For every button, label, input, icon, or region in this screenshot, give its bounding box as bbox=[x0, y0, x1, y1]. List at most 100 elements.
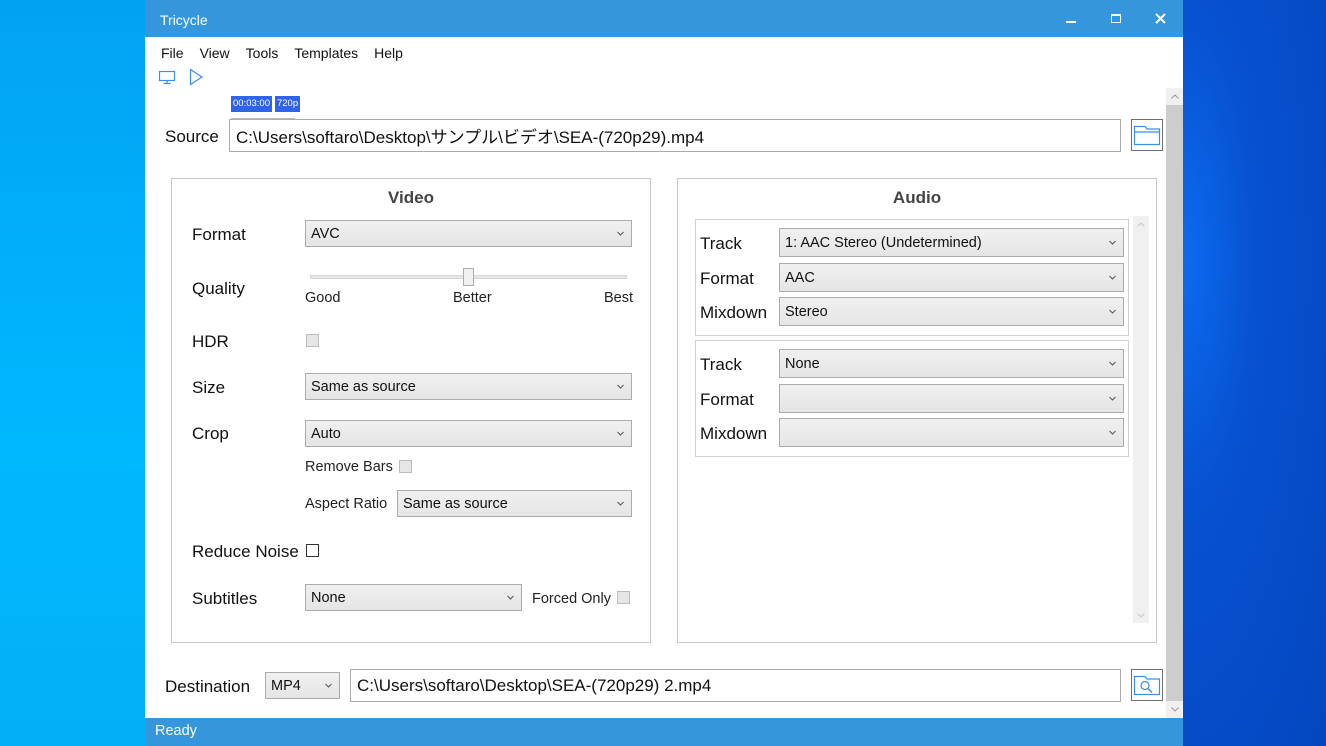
hdr-checkbox[interactable] bbox=[306, 334, 319, 347]
audio-mixdown-label: Mixdown bbox=[700, 303, 768, 322]
source-browse-button[interactable] bbox=[1131, 119, 1163, 151]
remove-bars-checkbox[interactable] bbox=[399, 460, 412, 473]
close-button[interactable] bbox=[1138, 0, 1183, 37]
video-format-label: Format bbox=[192, 225, 246, 244]
start-encode-button[interactable] bbox=[187, 68, 207, 88]
video-group-title: Video bbox=[388, 188, 434, 207]
container-value: MP4 bbox=[271, 677, 301, 694]
app-window: Tricycle File View Tools Templates Help … bbox=[145, 0, 1183, 746]
menu-tools[interactable]: Tools bbox=[238, 42, 287, 64]
audio-format-select[interactable]: AAC bbox=[779, 263, 1124, 292]
menu-view[interactable]: View bbox=[192, 42, 238, 64]
hdr-label: HDR bbox=[192, 332, 229, 351]
minimize-icon bbox=[1065, 20, 1076, 23]
preview-button[interactable] bbox=[158, 68, 178, 88]
maximize-icon bbox=[1110, 13, 1121, 23]
window-title: Tricycle bbox=[160, 12, 208, 28]
chevron-down-icon bbox=[507, 595, 514, 600]
size-label: Size bbox=[192, 378, 226, 397]
audio-track-label: Track bbox=[700, 234, 742, 253]
size-value: Same as source bbox=[311, 378, 416, 395]
chevron-down-icon bbox=[1137, 613, 1145, 618]
menu-file[interactable]: File bbox=[153, 42, 192, 64]
audio-mixdown-select[interactable] bbox=[779, 418, 1124, 447]
monitor-icon bbox=[158, 70, 176, 85]
audio-format-label: Format bbox=[700, 269, 754, 288]
audio-mixdown-select[interactable]: Stereo bbox=[779, 297, 1124, 326]
status-bar: Ready bbox=[145, 718, 1183, 746]
source-path-text: C:\Users\softaro\Desktop\サンプル\ビデオ\SEA-(7… bbox=[236, 128, 705, 147]
resolution-badge: 720p bbox=[274, 96, 301, 112]
reduce-noise-checkbox[interactable] bbox=[306, 544, 319, 557]
destination-label: Destination bbox=[165, 677, 251, 696]
remove-bars-label: Remove Bars bbox=[305, 459, 393, 475]
source-info-badges: 00:03:00 720p bbox=[231, 96, 301, 112]
subtitles-label: Subtitles bbox=[192, 589, 258, 608]
aspect-ratio-value: Same as source bbox=[403, 495, 508, 512]
quality-tick-better: Better bbox=[453, 290, 492, 306]
audio-track-select[interactable]: None bbox=[779, 349, 1124, 378]
chevron-down-icon bbox=[1109, 275, 1116, 280]
quality-slider-thumb[interactable] bbox=[463, 268, 474, 286]
chevron-down-icon bbox=[617, 501, 624, 506]
close-icon bbox=[1155, 13, 1166, 24]
chevron-up-icon bbox=[1137, 222, 1145, 227]
source-path-input[interactable]: C:\Users\softaro\Desktop\サンプル\ビデオ\SEA-(7… bbox=[229, 119, 1121, 152]
audio-track-select[interactable]: 1: AAC Stereo (Undetermined) bbox=[779, 228, 1124, 257]
chevron-down-icon bbox=[1109, 309, 1116, 314]
source-label: Source bbox=[165, 127, 219, 146]
aspect-ratio-label: Aspect Ratio bbox=[305, 496, 388, 512]
quality-tick-good: Good bbox=[305, 290, 341, 306]
destination-path-input[interactable]: C:\Users\softaro\Desktop\SEA-(720p29) 2.… bbox=[350, 669, 1121, 702]
folder-search-icon bbox=[1133, 675, 1161, 696]
chevron-up-icon bbox=[1170, 94, 1179, 99]
play-icon bbox=[189, 68, 204, 86]
status-text: Ready bbox=[155, 723, 197, 739]
maximize-button[interactable] bbox=[1093, 0, 1138, 37]
quality-tick-best: Best bbox=[604, 290, 634, 306]
title-bar: Tricycle bbox=[145, 0, 1183, 37]
chevron-down-icon bbox=[617, 384, 624, 389]
audio-track-value: None bbox=[785, 355, 820, 372]
forced-only-label: Forced Only bbox=[532, 591, 611, 607]
crop-value: Auto bbox=[311, 425, 341, 442]
desktop-background-right bbox=[1183, 0, 1326, 746]
menu-bar: File View Tools Templates Help bbox=[153, 42, 411, 64]
size-select[interactable]: Same as source bbox=[305, 373, 632, 400]
video-group: Video bbox=[171, 178, 651, 643]
reduce-noise-label: Reduce Noise bbox=[192, 542, 299, 561]
subtitles-select[interactable]: None bbox=[305, 584, 522, 611]
menu-help[interactable]: Help bbox=[366, 42, 411, 64]
audio-mixdown-value: Stereo bbox=[785, 303, 828, 320]
container-select[interactable]: MP4 bbox=[265, 672, 340, 699]
main-scrollbar[interactable] bbox=[1166, 88, 1183, 718]
chevron-down-icon bbox=[325, 683, 332, 688]
audio-format-label: Format bbox=[700, 390, 754, 409]
menu-templates[interactable]: Templates bbox=[286, 42, 366, 64]
folder-icon bbox=[1133, 125, 1161, 146]
audio-mixdown-label: Mixdown bbox=[700, 424, 768, 443]
chevron-down-icon bbox=[1109, 240, 1116, 245]
subtitles-value: None bbox=[311, 589, 346, 606]
scroll-down-button[interactable] bbox=[1166, 701, 1183, 718]
crop-select[interactable]: Auto bbox=[305, 420, 632, 447]
minimize-button[interactable] bbox=[1048, 0, 1093, 37]
video-format-select[interactable]: AVC bbox=[305, 220, 632, 247]
audio-format-select[interactable] bbox=[779, 384, 1124, 413]
chevron-down-icon bbox=[1109, 361, 1116, 366]
quality-label: Quality bbox=[192, 279, 245, 298]
desktop-background-left bbox=[0, 0, 145, 746]
forced-only-checkbox[interactable] bbox=[617, 591, 630, 604]
scroll-up-button[interactable] bbox=[1166, 88, 1183, 105]
audio-format-value: AAC bbox=[785, 269, 815, 286]
audio-track-value: 1: AAC Stereo (Undetermined) bbox=[785, 234, 982, 251]
destination-browse-button[interactable] bbox=[1131, 669, 1163, 701]
crop-label: Crop bbox=[192, 424, 229, 443]
duration-badge: 00:03:00 bbox=[231, 96, 272, 112]
chevron-down-icon bbox=[617, 431, 624, 436]
audio-track-label: Track bbox=[700, 355, 742, 374]
aspect-ratio-select[interactable]: Same as source bbox=[397, 490, 632, 517]
audio-scrollbar[interactable] bbox=[1133, 216, 1149, 623]
chevron-down-icon bbox=[1170, 707, 1179, 712]
destination-path-text: C:\Users\softaro\Desktop\SEA-(720p29) 2.… bbox=[357, 675, 712, 695]
